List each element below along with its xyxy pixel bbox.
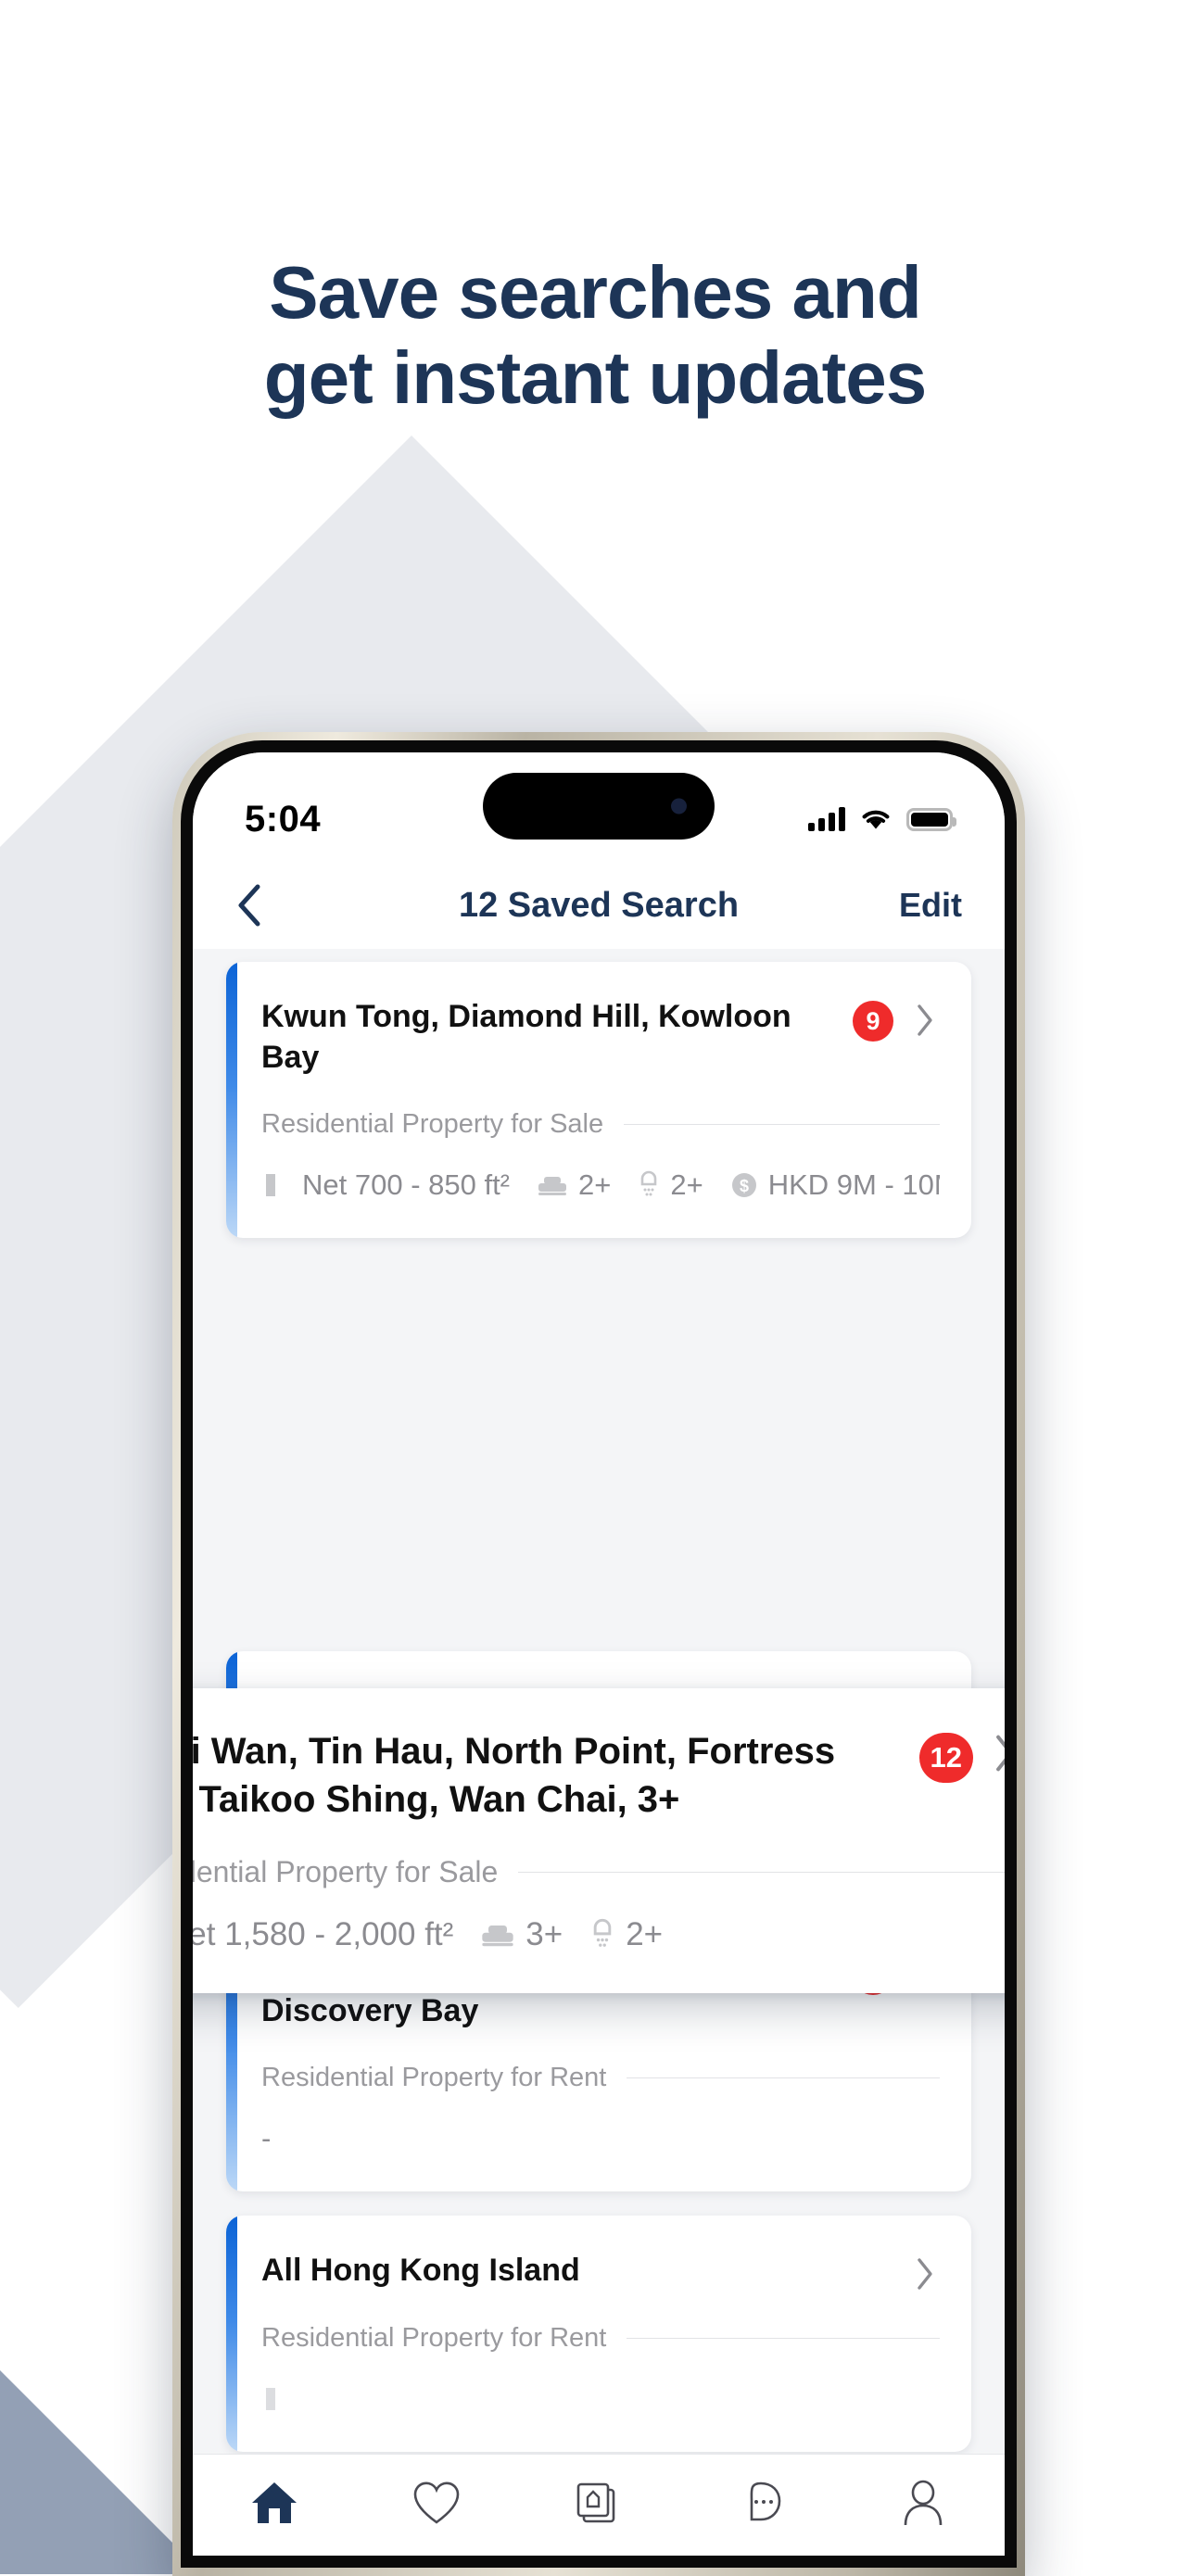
new-listings-badge: 9 — [853, 1001, 893, 1042]
divider — [624, 1124, 940, 1126]
chat-bubble-icon — [735, 2479, 787, 2532]
headline-line-1: Save searches and — [269, 251, 921, 334]
chevron-left-icon — [235, 882, 263, 928]
card-header: Kwun Tong, Diamond Hill, Kowloon Bay 9 — [261, 997, 940, 1078]
cellular-signal-icon — [808, 807, 845, 831]
spec-bedrooms: 3+ — [479, 1916, 563, 1953]
battery-icon — [906, 807, 956, 831]
front-camera-icon — [671, 798, 687, 814]
area-ruler-icon — [261, 2383, 293, 2415]
spec-bedrooms-value: 3+ — [525, 1916, 563, 1952]
chevron-right-icon[interactable] — [910, 1003, 940, 1038]
status-bar: 5:04 — [193, 752, 1005, 862]
tab-favourites[interactable] — [355, 2479, 517, 2532]
status-bar-time: 5:04 — [245, 798, 322, 840]
saved-search-card-highlighted[interactable]: Chai Wan, Tin Hau, North Point, Fortress… — [193, 1688, 1005, 1993]
profile-person-icon — [897, 2479, 949, 2532]
area-ruler-icon — [261, 1169, 293, 1201]
bottom-tab-bar — [193, 2454, 1005, 2556]
saved-listings-icon — [573, 2479, 625, 2532]
shower-icon — [589, 1917, 616, 1952]
saved-search-card[interactable]: All Hong Kong Island Residential Propert… — [226, 2216, 971, 2453]
card-spec-row — [261, 2378, 940, 2420]
promo-headline: Save searches and get instant updates — [0, 250, 1190, 421]
card-spec-row: Net 700 - 850 ft² 2+ 2+ $ HKD 9M - 10M — [261, 1164, 940, 1206]
phone-bezel: 5:04 12 Saved Search Edit Kwun Tong, Dia… — [181, 740, 1017, 2568]
divider — [518, 1872, 1005, 1873]
spec-bedrooms: 2+ — [536, 1168, 611, 1202]
chevron-right-icon[interactable] — [990, 1733, 1005, 1774]
card-subtitle-row: Residential Property for Rent — [261, 2063, 940, 2093]
spec-area-value: Net 1,580 - 2,000 ft² — [193, 1916, 454, 1952]
floating-card-spacer — [226, 1262, 971, 1651]
divider — [627, 2338, 940, 2340]
svg-text:$: $ — [740, 1177, 749, 1195]
spec-price: $ HKD 9M - 10M — [729, 1168, 940, 1202]
tab-messages[interactable] — [680, 2479, 842, 2532]
saved-search-card[interactable]: Kwun Tong, Diamond Hill, Kowloon Bay 9 R… — [226, 962, 971, 1239]
property-type-label: Residential Property for Sale — [193, 1855, 499, 1888]
phone-device-mockup: 5:04 12 Saved Search Edit Kwun Tong, Dia… — [172, 732, 1025, 2576]
bed-icon — [536, 1171, 569, 1199]
card-header: Chai Wan, Tin Hau, North Point, Fortress… — [193, 1727, 1005, 1824]
chevron-right-icon[interactable] — [910, 2256, 940, 2292]
spec-bathrooms-value: 2+ — [670, 1168, 703, 1202]
back-button[interactable] — [235, 880, 285, 930]
card-spec-row: Net 1,580 - 2,000 ft² 3+ 2+ — [193, 1913, 1005, 1956]
empty-specs-placeholder: - — [261, 2122, 272, 2155]
tab-saved-listings[interactable] — [517, 2479, 679, 2532]
heart-icon — [411, 2479, 462, 2532]
spec-bedrooms-value: 2+ — [578, 1168, 612, 1202]
page-title: 12 Saved Search — [458, 885, 740, 925]
card-title: Chai Wan, Tin Hau, North Point, Fortress… — [193, 1731, 836, 1820]
spec-bathrooms: 2+ — [589, 1916, 663, 1953]
spec-area: Net 1,580 - 2,000 ft² — [193, 1916, 453, 1953]
card-subtitle-row: Residential Property for Sale — [193, 1855, 1005, 1889]
bed-icon — [479, 1919, 516, 1951]
card-subtitle-row: Residential Property for Rent — [261, 2323, 940, 2354]
property-type-label: Residential Property for Sale — [261, 1109, 604, 1140]
price-dollar-icon: $ — [729, 1170, 759, 1200]
navigation-bar: 12 Saved Search Edit — [193, 862, 1005, 949]
wifi-icon — [860, 807, 892, 831]
spec-bathrooms: 2+ — [637, 1168, 703, 1202]
divider — [627, 2077, 940, 2079]
card-subtitle-row: Residential Property for Sale — [261, 1109, 940, 1140]
spec-price-value: HKD 9M - 10M — [767, 1168, 940, 1202]
card-header: All Hong Kong Island — [261, 2251, 940, 2292]
shower-icon — [637, 1169, 661, 1201]
spec-area — [261, 2383, 293, 2415]
status-bar-indicators — [808, 807, 956, 831]
edit-button[interactable]: Edit — [899, 886, 962, 925]
tab-profile[interactable] — [842, 2479, 1005, 2532]
new-listings-badge: 12 — [918, 1733, 973, 1783]
phone-screen: 5:04 12 Saved Search Edit Kwun Tong, Dia… — [193, 752, 1005, 2556]
card-spec-row: - — [261, 2117, 940, 2160]
card-title: All Hong Kong Island — [261, 2253, 580, 2289]
spec-area-value: Net 700 - 850 ft² — [302, 1168, 511, 1202]
property-type-label: Residential Property for Rent — [261, 2063, 607, 2093]
dynamic-island — [483, 773, 715, 840]
property-type-label: Residential Property for Rent — [261, 2323, 607, 2354]
card-title: Kwun Tong, Diamond Hill, Kowloon Bay — [261, 999, 791, 1075]
spec-bathrooms-value: 2+ — [626, 1916, 664, 1952]
headline-line-2: get instant updates — [263, 336, 927, 419]
spec-area: Net 700 - 850 ft² — [261, 1168, 510, 1202]
tab-home[interactable] — [193, 2479, 355, 2532]
home-icon — [248, 2479, 300, 2532]
